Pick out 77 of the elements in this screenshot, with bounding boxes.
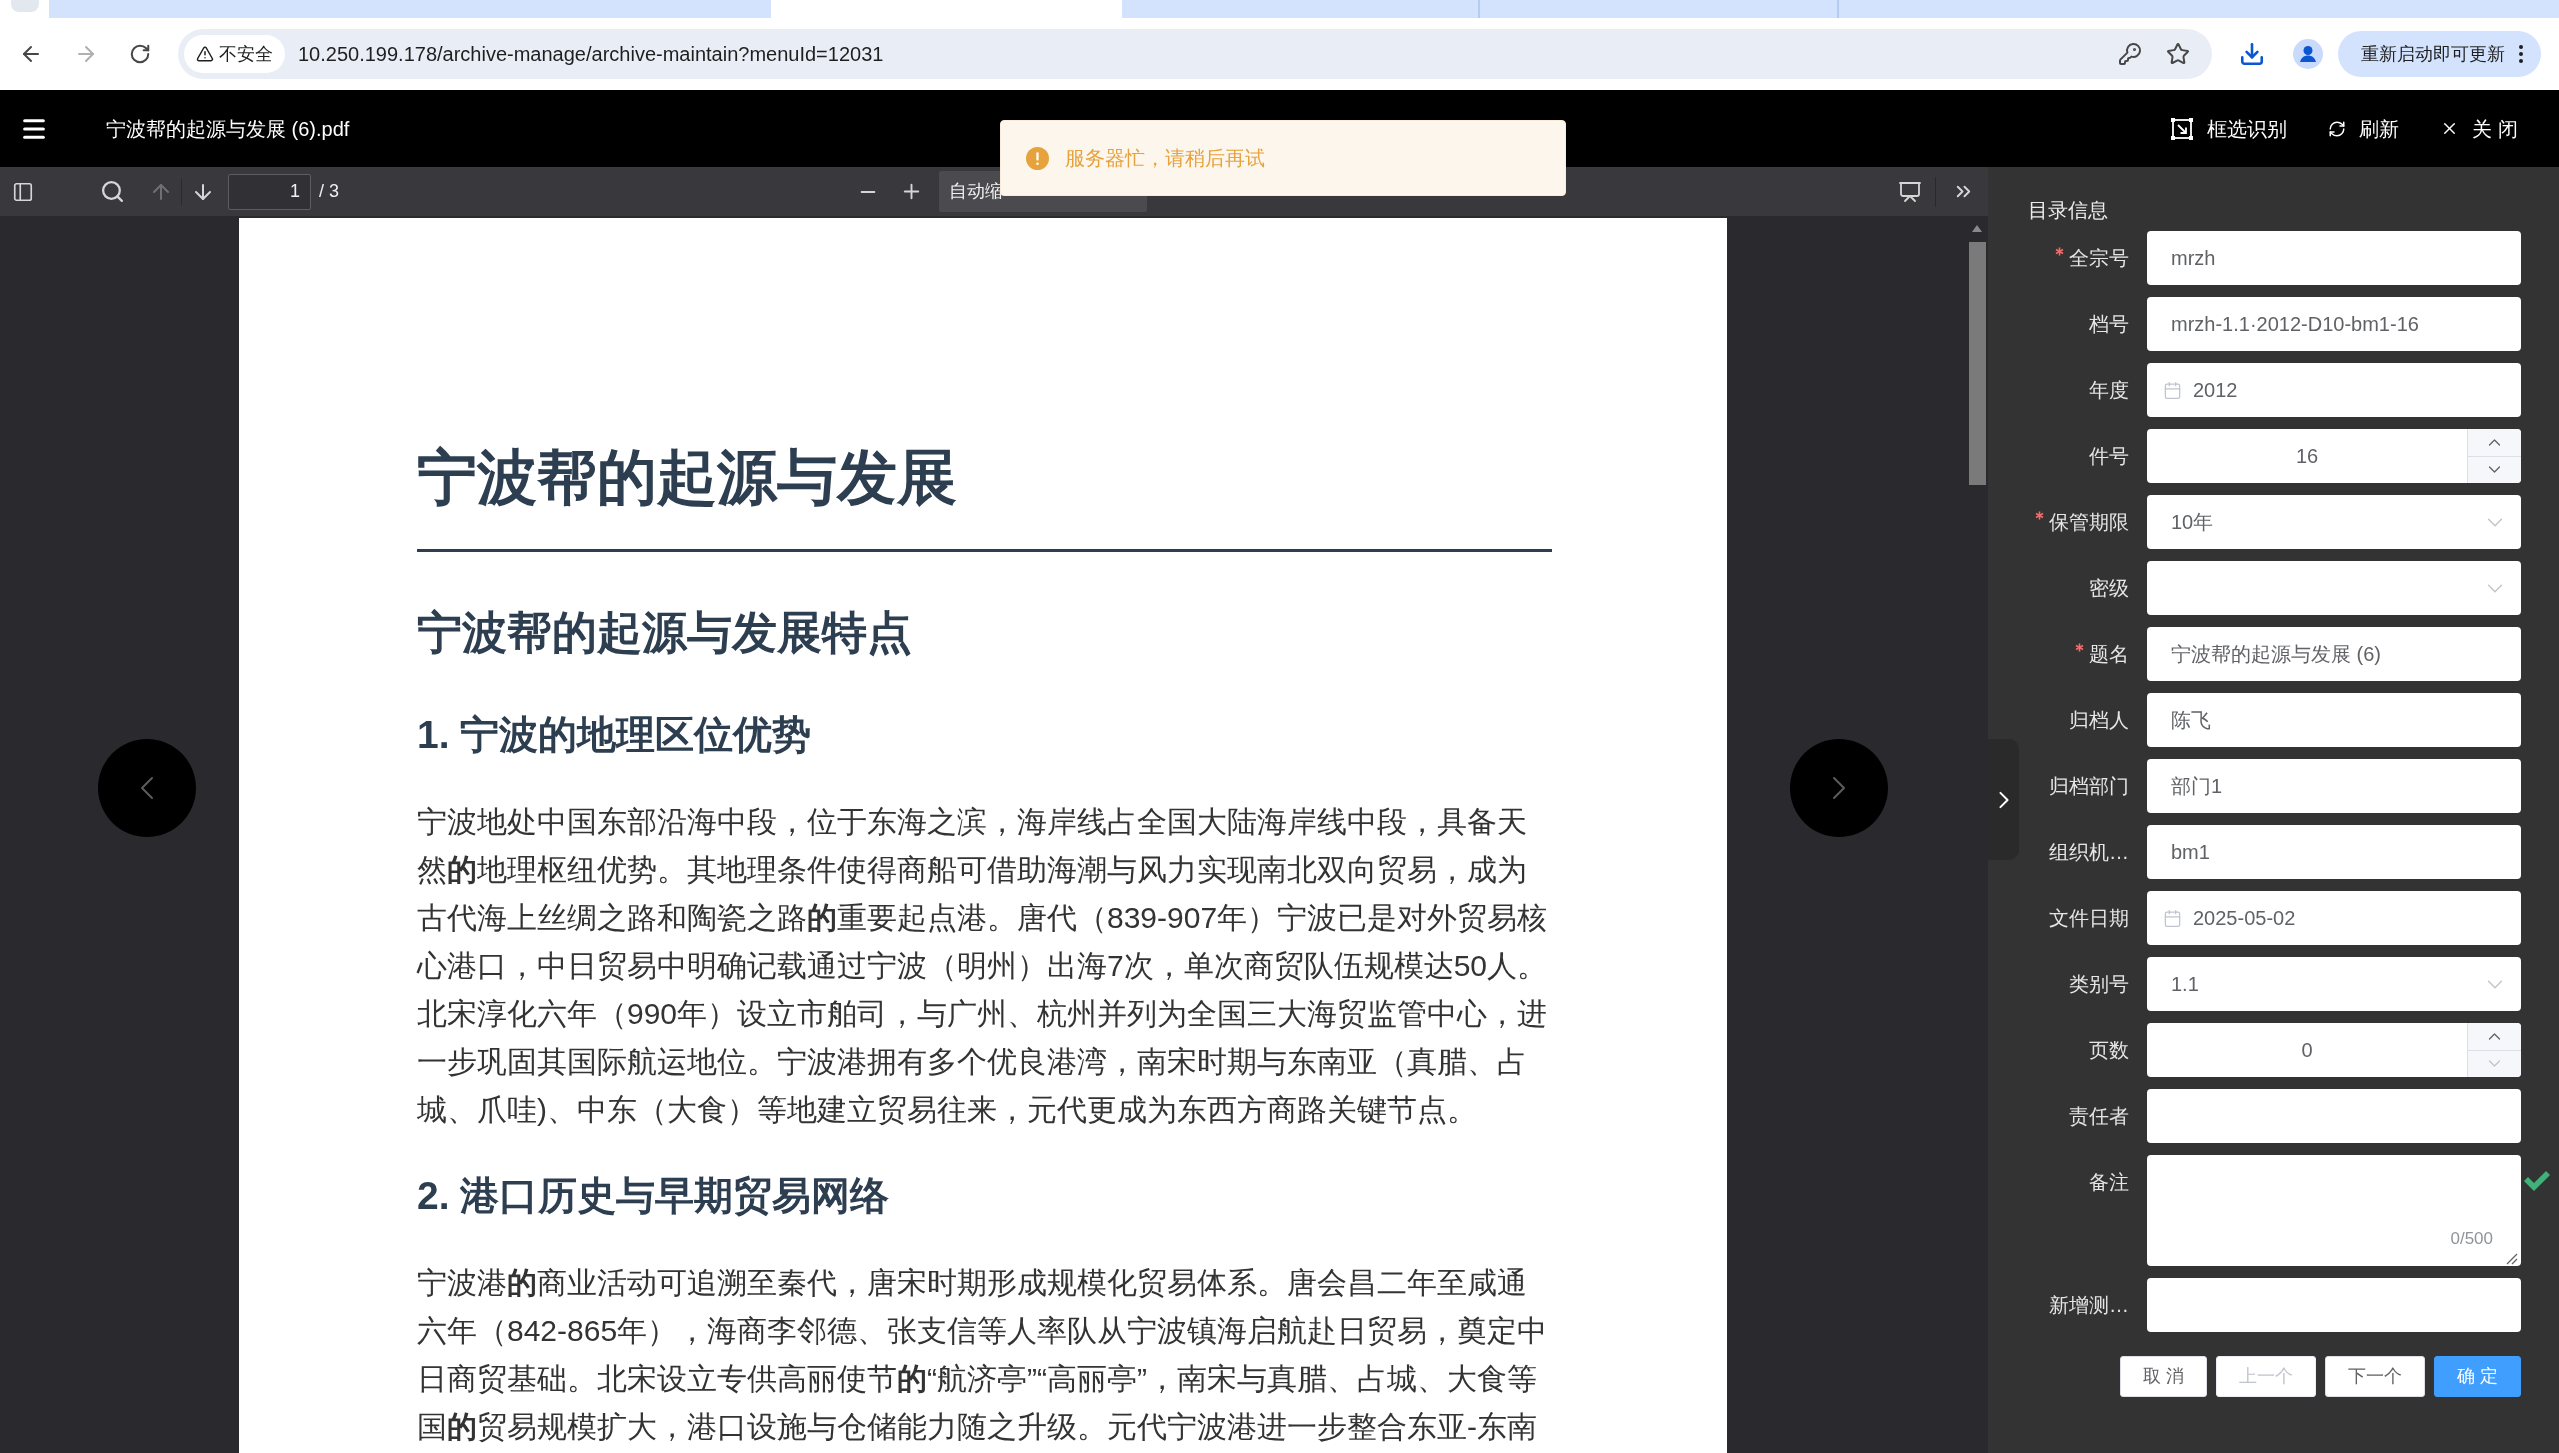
- field-label: 责任者: [2069, 1104, 2129, 1129]
- page-number-field[interactable]: 1: [228, 173, 311, 210]
- chevron-down-icon: [2487, 979, 2503, 989]
- text-field[interactable]: 宁波帮的起源与发展 (6): [2147, 627, 2521, 681]
- text-field[interactable]: 陈飞: [2147, 693, 2521, 747]
- scroll-up-arrow-icon[interactable]: [1972, 225, 1982, 232]
- field-label: 档号: [2089, 312, 2129, 337]
- page-count-label: / 3: [319, 180, 339, 203]
- form-button[interactable]: 取 消: [2119, 1356, 2207, 1397]
- chevron-down-icon: [2487, 517, 2503, 527]
- field-label: 组织机…: [2049, 840, 2129, 865]
- profile-avatar-icon[interactable]: [2293, 39, 2323, 69]
- field-label: 件号: [2089, 444, 2129, 469]
- refresh-button[interactable]: 刷新: [2328, 113, 2400, 144]
- field-label: 年度: [2089, 378, 2129, 403]
- star-icon[interactable]: [2166, 42, 2190, 66]
- text-field[interactable]: mrzh: [2147, 231, 2521, 285]
- field-label: 归档人: [2069, 708, 2129, 733]
- presentation-icon[interactable]: [1898, 179, 1922, 204]
- select-field[interactable]: [2147, 561, 2521, 615]
- field-label: 类别号: [2069, 972, 2129, 997]
- text-field[interactable]: [2147, 1278, 2521, 1332]
- address-bar[interactable]: 不安全 10.250.199.178/archive-manage/archive-maintain?menuId=12031: [178, 29, 2212, 79]
- file-title: 宁波帮的起源与发展 (6).pdf: [106, 116, 350, 142]
- scrollbar-thumb[interactable]: [1968, 242, 1986, 485]
- panel-collapse-handle[interactable]: [1988, 739, 2019, 860]
- toast-message: 服务器忙，请稍后再试: [1065, 146, 1265, 171]
- more-icon: [2519, 45, 2523, 63]
- security-chip[interactable]: 不安全: [184, 35, 285, 73]
- date-field[interactable]: 2012: [2147, 363, 2521, 417]
- field-label: 密级: [2089, 576, 2129, 601]
- text-field[interactable]: 部门1: [2147, 759, 2521, 813]
- search-icon[interactable]: [100, 179, 125, 204]
- subsection-heading: 2. 港口历史与早期贸易网络: [417, 1173, 891, 1219]
- text-field[interactable]: [2147, 1089, 2521, 1143]
- chevron-left-icon: [140, 776, 154, 800]
- warning-icon: [196, 45, 214, 63]
- chevron-up-icon: [2488, 1032, 2501, 1040]
- field-label: 归档部门: [2049, 774, 2129, 799]
- select-area-button[interactable]: 框选识别: [2170, 113, 2288, 144]
- field-label: 文件日期: [2049, 906, 2129, 931]
- reload-icon[interactable]: [129, 43, 151, 65]
- date-field[interactable]: 2025-05-02: [2147, 891, 2521, 945]
- selection-frame-icon: [2170, 116, 2195, 141]
- field-label: 备注: [2089, 1170, 2129, 1195]
- text-field[interactable]: mrzh-1.1·2012-D10-bm1-16: [2147, 297, 2521, 351]
- download-icon[interactable]: [2239, 41, 2265, 67]
- calendar-icon: [2163, 380, 2182, 400]
- close-button[interactable]: 关 闭: [2440, 113, 2518, 144]
- url-text[interactable]: 10.250.199.178/archive-manage/archive-maintain?menuId=12031: [298, 39, 884, 69]
- chevron-down-icon: [2487, 583, 2503, 593]
- document-title: 宁波帮的起源与发展: [417, 443, 958, 513]
- form-button[interactable]: 下一个: [2325, 1356, 2425, 1397]
- chevron-right-icon: [1998, 790, 2009, 809]
- body-paragraph: 宁波港的商业活动可追溯至秦代，唐宋时期形成规模化贸易体系。唐会昌二年至咸通六年（842-865年），海商李邻德、张支信等人率队从宁波镇海启航赴日贸易，奠定中日商贸基础。北宋设立专供高丽使节的“航济亭”“高丽亭”，南宋与真腊、占城、大食等国的贸易规模扩大，港口设施与仓储能力随之升级。元代宁波港进一步整合东亚-东南: [417, 1265, 1549, 1445]
- calendar-icon: [2163, 908, 2182, 928]
- select-field[interactable]: 10年: [2147, 495, 2521, 549]
- text-field[interactable]: bm1: [2147, 825, 2521, 879]
- update-button[interactable]: 重新启动即可更新: [2338, 31, 2541, 77]
- field-label: 新增测…: [2049, 1293, 2129, 1318]
- field-label: 保管期限: [2049, 510, 2129, 535]
- body-paragraph: 宁波地处中国东部沿海中段，位于东海之滨，海岸线占全国大陆海岸线中段，具备天然的地理枢纽优势。其地理条件使得商船可借助海潮与风力实现南北双向贸易，成为古代海上丝绸之路和陶瓷之路的重要起点港。唐代（839-907年）宁波已是对外贸易核心港口，中日贸易中明确记载通过宁波（明州）出海7次，单次商贸队伍规模达50人。北宋淳化六年（990年）设立市舶司，与广州、杭州并列为全国三大海贸监管中心，进一步巩固其国际航运地位。宁波港拥有多个优良港湾，南宋时期与东南亚（真腊、占城、爪哇)、中东（大食）等地建立贸易往来，元代更成为东西方商路关键节点。: [417, 804, 1549, 1128]
- section-heading: 宁波帮的起源与发展特点: [417, 606, 913, 660]
- key-icon[interactable]: [2118, 42, 2142, 66]
- field-label: 题名: [2089, 642, 2129, 667]
- resize-grip-icon[interactable]: [2506, 1253, 2518, 1265]
- chevron-right-icon: [1832, 776, 1846, 800]
- field-label: 页数: [2089, 1038, 2129, 1063]
- refresh-icon: [2328, 119, 2347, 138]
- panel-title: 目录信息: [2028, 198, 2109, 223]
- field-label: 全宗号: [2069, 246, 2129, 271]
- character-counter: 0/500: [2450, 1229, 2493, 1249]
- sidebar-toggle-icon[interactable]: [12, 180, 34, 203]
- select-field[interactable]: 1.1: [2147, 957, 2521, 1011]
- chevron-up-icon: [2488, 438, 2501, 446]
- subsection-heading: 1. 宁波的地理区位优势: [417, 712, 813, 758]
- alert-icon: [1026, 146, 1049, 170]
